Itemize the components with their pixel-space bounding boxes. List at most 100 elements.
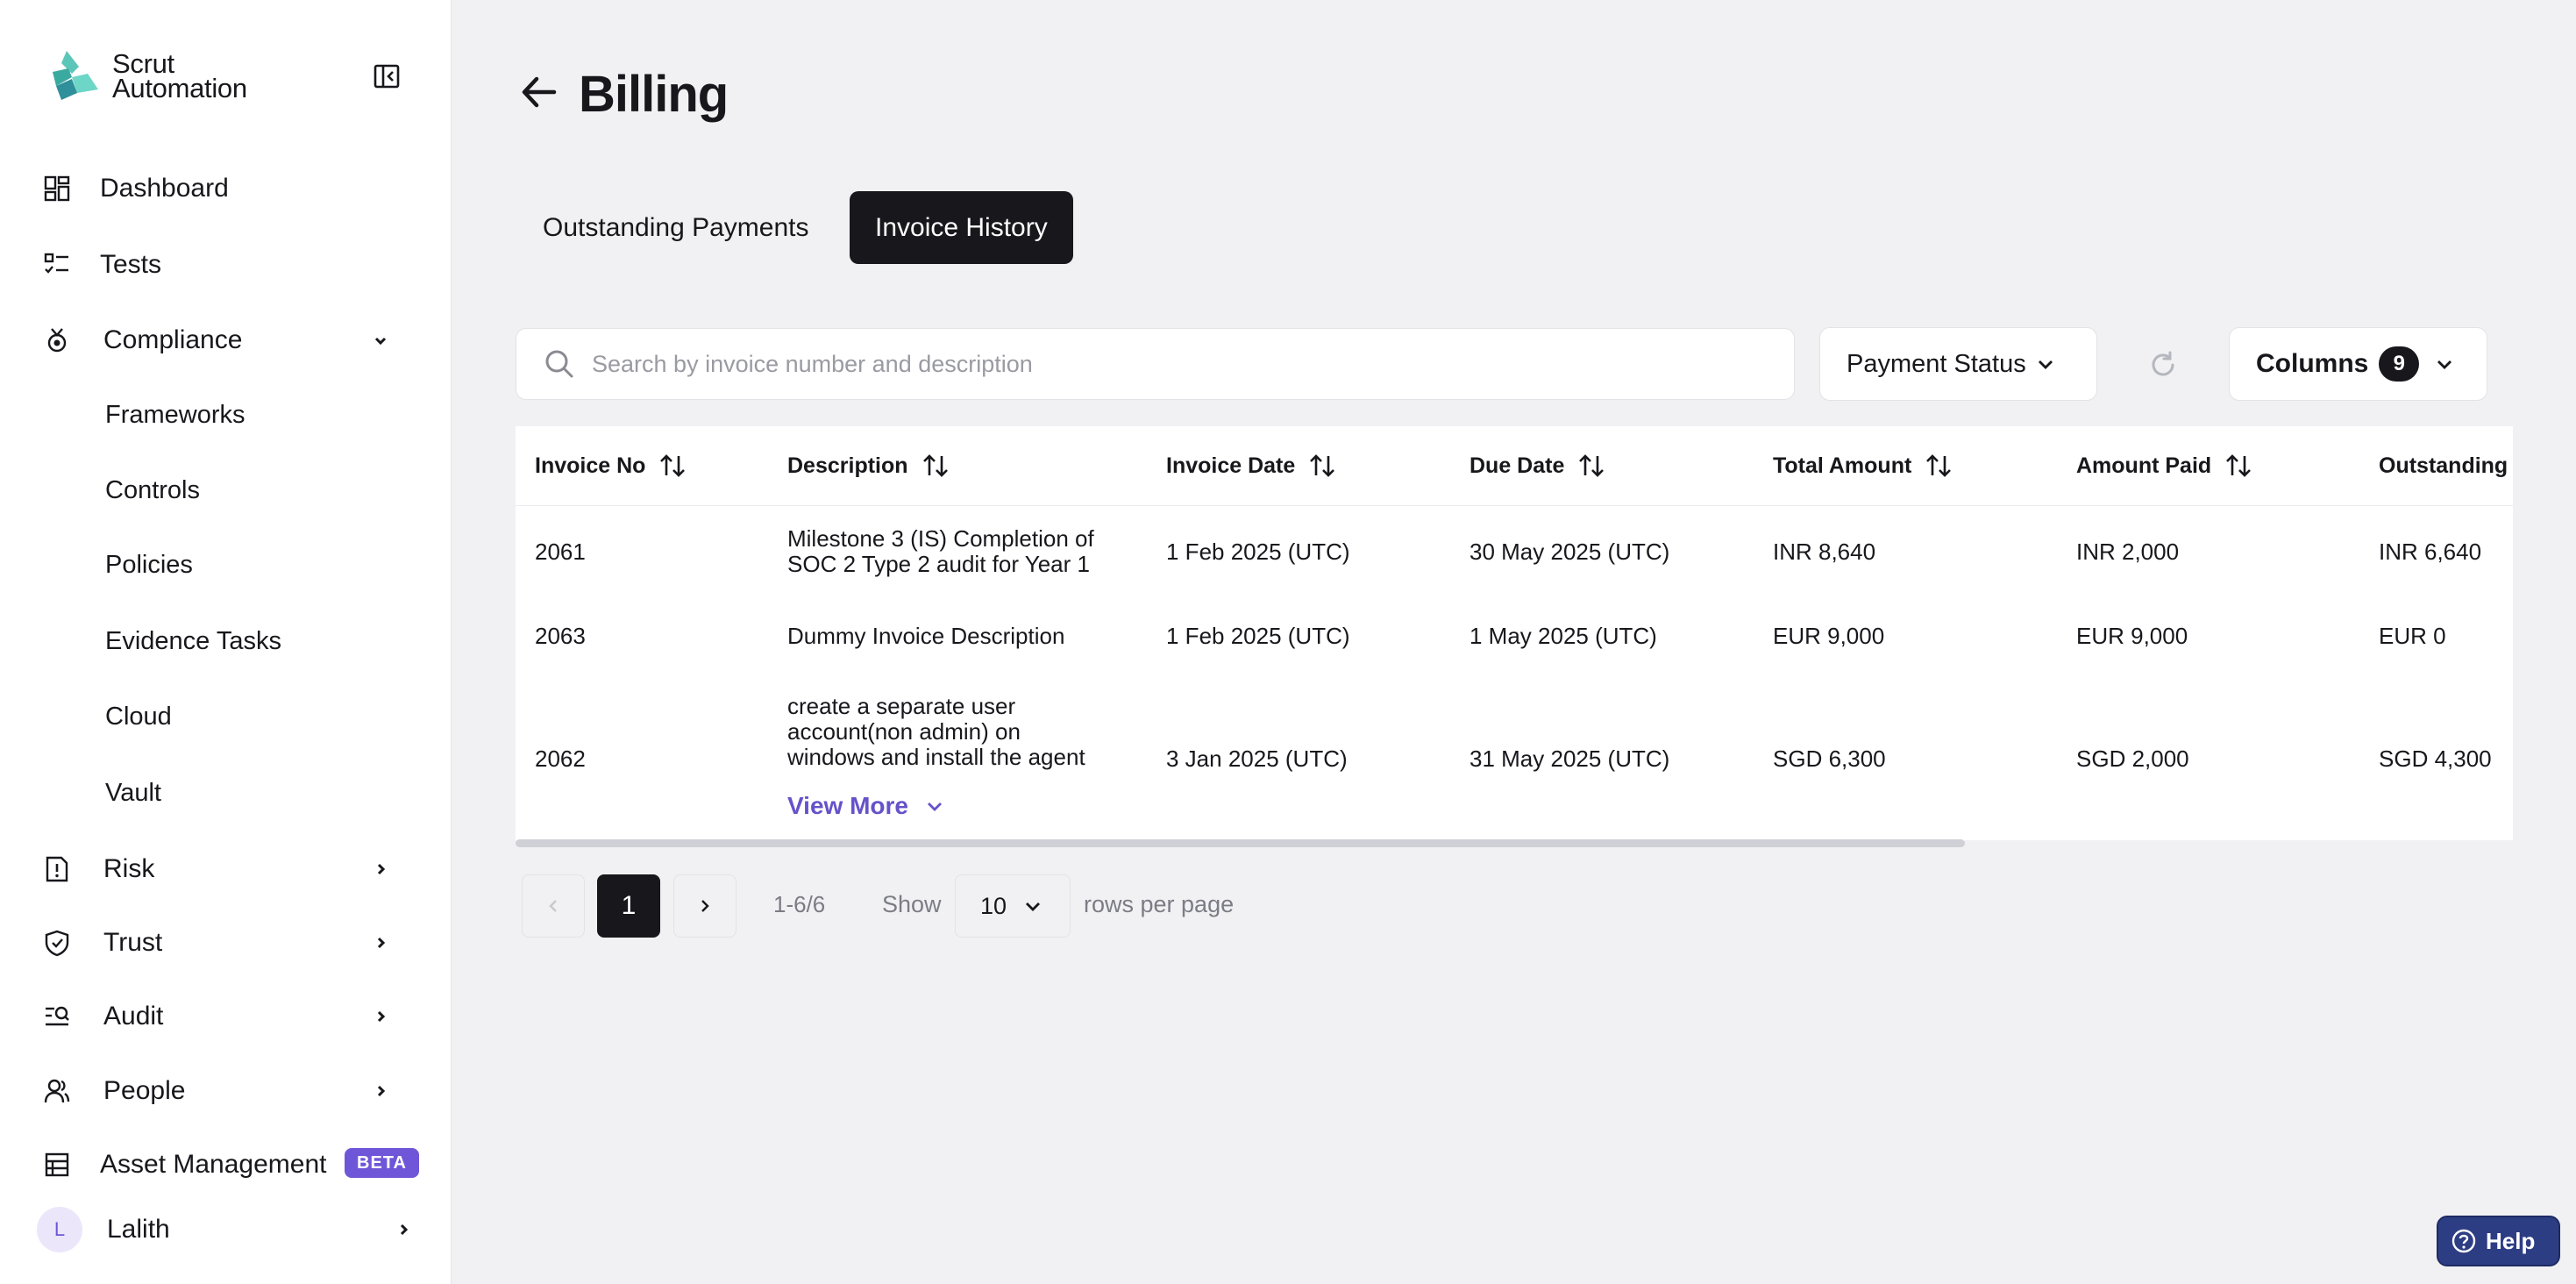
sidebar-item-label: Trust bbox=[103, 928, 163, 957]
chevron-down-icon bbox=[1026, 902, 1040, 911]
cell-invoice-date: 1 Feb 2025 (UTC) bbox=[1166, 623, 1350, 649]
column-header-label: Due Date bbox=[1469, 453, 1565, 478]
previous-page-button[interactable] bbox=[522, 874, 585, 938]
view-more-link[interactable]: View More bbox=[787, 792, 945, 820]
tab-outstanding-payments[interactable]: Outstanding Payments bbox=[517, 191, 835, 264]
column-header-label: Invoice No bbox=[535, 453, 646, 478]
columns-count-badge: 9 bbox=[2379, 346, 2420, 382]
sidebar-item-label: Dashboard bbox=[100, 174, 229, 203]
sidebar-item-compliance[interactable]: Compliance bbox=[42, 318, 410, 362]
refresh-icon[interactable] bbox=[2145, 347, 2181, 382]
rows-per-page-label: rows per page bbox=[1084, 891, 1235, 917]
sidebar-subitem-controls[interactable]: Controls bbox=[105, 470, 200, 510]
chevron-left-icon bbox=[549, 900, 557, 912]
horizontal-scrollbar[interactable] bbox=[516, 839, 1965, 847]
sidebar-subitem-cloud[interactable]: Cloud bbox=[105, 696, 172, 737]
sidebar: Scrut Automation Dashboard Tests Complia… bbox=[0, 0, 452, 1284]
cell-invoice-no: 2062 bbox=[535, 745, 586, 772]
cell-total-amount: INR 8,640 bbox=[1773, 539, 1876, 565]
page-title: Billing bbox=[579, 66, 729, 123]
sort-icon[interactable] bbox=[658, 451, 687, 481]
cell-description: Dummy Invoice Description bbox=[787, 623, 1065, 649]
chevron-down-icon bbox=[2039, 360, 2053, 369]
chevron-right-icon bbox=[377, 1085, 386, 1097]
sidebar-item-label: Tests bbox=[100, 250, 162, 279]
asset-management-icon bbox=[42, 1150, 72, 1180]
back-arrow-icon[interactable] bbox=[517, 70, 561, 114]
cell-description: create a separate user account(non admin… bbox=[787, 693, 1085, 770]
sidebar-item-audit[interactable]: Audit bbox=[42, 995, 410, 1038]
next-page-button[interactable] bbox=[673, 874, 737, 938]
brand-name-line2: Automation bbox=[112, 73, 247, 103]
sort-icon[interactable] bbox=[2224, 451, 2253, 481]
column-header-label: Outstanding A bbox=[2379, 453, 2513, 478]
sidebar-item-risk[interactable]: Risk bbox=[42, 847, 410, 891]
sort-icon[interactable] bbox=[1924, 451, 1953, 481]
invoice-table: Invoice No Description Invoice Date Due … bbox=[516, 426, 2513, 840]
avatar: L bbox=[37, 1207, 82, 1252]
sidebar-subitem-policies[interactable]: Policies bbox=[105, 545, 193, 585]
sidebar-item-tests[interactable]: Tests bbox=[42, 243, 410, 287]
sidebar-subitem-evidence-tasks[interactable]: Evidence Tasks bbox=[105, 621, 281, 661]
chevron-right-icon bbox=[377, 863, 386, 875]
sidebar-item-label: Compliance bbox=[103, 325, 243, 354]
brand-logo[interactable]: Scrut Automation bbox=[46, 47, 247, 105]
cell-invoice-date: 3 Jan 2025 (UTC) bbox=[1166, 745, 1348, 772]
cell-due-date: 31 May 2025 (UTC) bbox=[1469, 745, 1670, 772]
cell-outstanding: SGD 4,300 bbox=[2379, 745, 2492, 772]
current-page-button[interactable]: 1 bbox=[597, 874, 660, 938]
cell-total-amount: SGD 6,300 bbox=[1773, 745, 1886, 772]
header-divider bbox=[516, 505, 2513, 506]
sidebar-item-trust[interactable]: Trust bbox=[42, 921, 410, 965]
sort-icon[interactable] bbox=[1576, 451, 1606, 481]
cell-due-date: 1 May 2025 (UTC) bbox=[1469, 623, 1657, 649]
search-icon bbox=[545, 350, 573, 378]
view-more-label: View More bbox=[787, 792, 908, 819]
sidebar-item-people[interactable]: People bbox=[42, 1069, 410, 1113]
cell-outstanding: INR 6,640 bbox=[2379, 539, 2482, 565]
cell-invoice-date: 1 Feb 2025 (UTC) bbox=[1166, 539, 1350, 565]
cell-amount-paid: INR 2,000 bbox=[2076, 539, 2180, 565]
help-question-icon bbox=[2451, 1229, 2476, 1253]
tab-invoice-history[interactable]: Invoice History bbox=[850, 191, 1073, 264]
show-label: Show bbox=[882, 891, 942, 917]
cell-description: Milestone 3 (IS) Completion of SOC 2 Typ… bbox=[787, 525, 1094, 577]
sidebar-subitem-vault[interactable]: Vault bbox=[105, 773, 161, 813]
scrut-logo-icon bbox=[53, 51, 98, 100]
cell-outstanding: EUR 0 bbox=[2379, 623, 2446, 649]
chevron-right-icon bbox=[377, 1010, 386, 1023]
shield-check-icon bbox=[42, 928, 72, 958]
rows-per-page-value: 10 bbox=[980, 892, 1007, 919]
help-button[interactable]: Help bbox=[2437, 1216, 2560, 1266]
column-header-invoice-no: Invoice No bbox=[535, 426, 687, 505]
sidebar-subitem-frameworks[interactable]: Frameworks bbox=[105, 395, 246, 435]
columns-button[interactable]: Columns 9 bbox=[2229, 327, 2487, 401]
chevron-down-icon bbox=[2437, 360, 2451, 369]
sort-icon[interactable] bbox=[1307, 451, 1337, 481]
pagination-range: 1-6/6 bbox=[773, 891, 826, 917]
search-input[interactable] bbox=[592, 350, 1732, 378]
chevron-right-icon bbox=[400, 1223, 409, 1236]
people-icon bbox=[42, 1076, 72, 1106]
tests-icon bbox=[42, 250, 72, 280]
column-header-label: Amount Paid bbox=[2076, 453, 2212, 478]
payment-status-filter[interactable]: Payment Status bbox=[1819, 327, 2097, 401]
chevron-right-icon bbox=[377, 937, 386, 949]
cell-amount-paid: EUR 9,000 bbox=[2076, 623, 2188, 649]
rows-per-page-select[interactable]: 10 bbox=[955, 874, 1071, 938]
sort-icon[interactable] bbox=[921, 451, 950, 481]
chevron-down-icon bbox=[374, 337, 387, 346]
compliance-medal-icon bbox=[42, 325, 72, 355]
user-menu[interactable]: L Lalith bbox=[37, 1206, 414, 1253]
column-header-label: Invoice Date bbox=[1166, 453, 1296, 478]
collapse-sidebar-icon[interactable] bbox=[372, 61, 402, 91]
chevron-right-icon bbox=[701, 900, 709, 912]
column-header-invoice-date: Invoice Date bbox=[1166, 426, 1337, 505]
column-header-label: Total Amount bbox=[1773, 453, 1912, 478]
cell-invoice-no: 2061 bbox=[535, 539, 586, 565]
cell-invoice-no: 2063 bbox=[535, 623, 586, 649]
sidebar-item-dashboard[interactable]: Dashboard bbox=[42, 167, 410, 210]
user-name: Lalith bbox=[107, 1215, 170, 1244]
help-label: Help bbox=[2486, 1227, 2536, 1254]
sidebar-item-label: People bbox=[103, 1076, 186, 1105]
